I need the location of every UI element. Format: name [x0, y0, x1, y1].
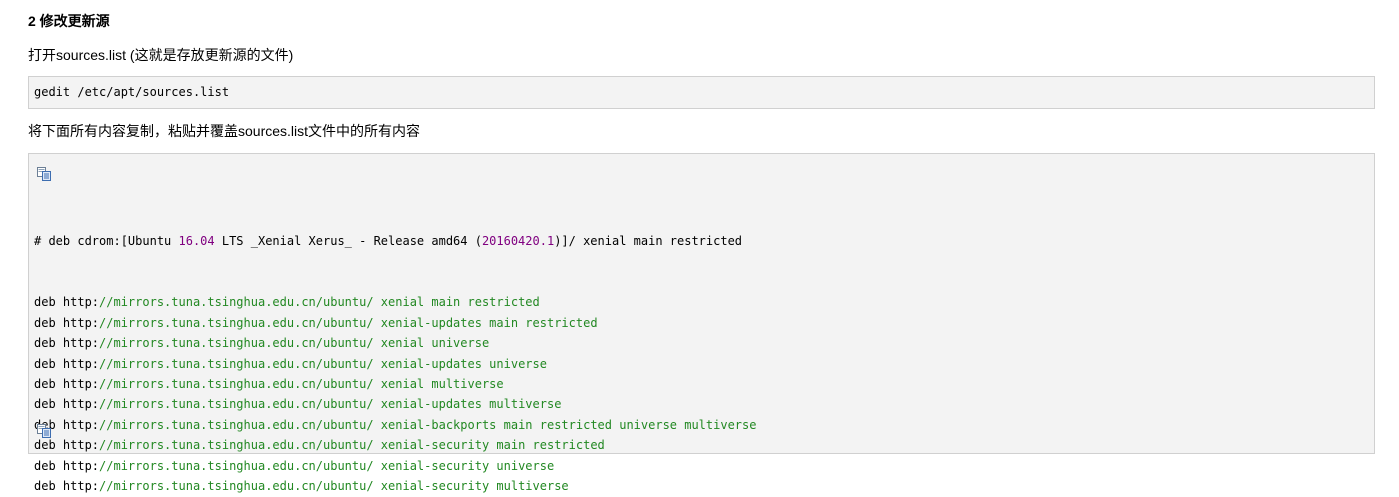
mirror-url: //mirrors.tuna.tsinghua.edu.cn/ubuntu/	[99, 315, 374, 330]
code-line-source: deb http://mirrors.tuna.tsinghua.edu.cn/…	[34, 333, 756, 353]
line-prefix: deb http:	[34, 356, 100, 371]
copy-icon[interactable]	[36, 424, 52, 438]
code-line-source: deb http://mirrors.tuna.tsinghua.edu.cn/…	[34, 476, 756, 496]
line-prefix: deb http:	[34, 458, 100, 473]
code-line-source: deb http://mirrors.tuna.tsinghua.edu.cn/…	[34, 292, 756, 312]
mirror-url: //mirrors.tuna.tsinghua.edu.cn/ubuntu/	[99, 438, 374, 453]
mirror-url: //mirrors.tuna.tsinghua.edu.cn/ubuntu/	[99, 295, 374, 310]
repo-components: xenial-security multiverse	[373, 479, 569, 494]
code-line-source: deb http://mirrors.tuna.tsinghua.edu.cn/…	[34, 415, 756, 435]
version-number: 16.04	[178, 233, 215, 248]
comment-part3: )]/ xenial main restricted	[554, 233, 743, 248]
line-prefix: deb http:	[34, 438, 100, 453]
mirror-url: //mirrors.tuna.tsinghua.edu.cn/ubuntu/	[99, 356, 374, 371]
code-line-comment: # deb cdrom:[Ubuntu 16.04 LTS _Xenial Xe…	[34, 231, 756, 251]
code-line-source: deb http://mirrors.tuna.tsinghua.edu.cn/…	[34, 354, 756, 374]
repo-components: xenial-security universe	[373, 458, 555, 473]
release-date-number: 20160420.1	[481, 233, 555, 248]
code-line-source: deb http://mirrors.tuna.tsinghua.edu.cn/…	[34, 456, 756, 476]
repo-components: xenial main restricted	[373, 295, 540, 310]
repo-components: xenial-updates universe	[373, 356, 547, 371]
line-prefix: deb http:	[34, 397, 100, 412]
mirror-url: //mirrors.tuna.tsinghua.edu.cn/ubuntu/	[99, 479, 374, 494]
mirror-url: //mirrors.tuna.tsinghua.edu.cn/ubuntu/	[99, 417, 374, 432]
code-line-source: deb http://mirrors.tuna.tsinghua.edu.cn/…	[34, 313, 756, 333]
intro-text: 打开sources.list (这就是存放更新源的文件)	[28, 47, 294, 63]
code-line-source: deb http://mirrors.tuna.tsinghua.edu.cn/…	[34, 374, 756, 394]
section-heading: 2 修改更新源	[28, 13, 110, 29]
sources-code-block: # deb cdrom:[Ubuntu 16.04 LTS _Xenial Xe…	[28, 153, 1375, 493]
repo-components: xenial universe	[373, 336, 490, 351]
repo-components: xenial-security main restricted	[373, 438, 605, 453]
code-line-source: deb http://mirrors.tuna.tsinghua.edu.cn/…	[34, 394, 756, 414]
mirror-url: //mirrors.tuna.tsinghua.edu.cn/ubuntu/	[99, 336, 374, 351]
mirror-url: //mirrors.tuna.tsinghua.edu.cn/ubuntu/	[99, 397, 374, 412]
sources-list-content: # deb cdrom:[Ubuntu 16.04 LTS _Xenial Xe…	[34, 190, 756, 497]
comment-part1: # deb cdrom:[Ubuntu	[34, 233, 179, 248]
mirror-url: //mirrors.tuna.tsinghua.edu.cn/ubuntu/	[99, 458, 374, 473]
line-prefix: deb http:	[34, 336, 100, 351]
line-prefix: deb http:	[34, 479, 100, 494]
instruction-text: 将下面所有内容复制，粘贴并覆盖sources.list文件中的所有内容	[28, 123, 421, 139]
repo-components: xenial-backports main restricted univers…	[373, 417, 757, 432]
repo-components: xenial-updates main restricted	[373, 315, 598, 330]
code-line-source: deb http://mirrors.tuna.tsinghua.edu.cn/…	[34, 435, 756, 455]
comment-part2: LTS _Xenial Xerus_ - Release amd64 (	[214, 233, 482, 248]
mirror-url: //mirrors.tuna.tsinghua.edu.cn/ubuntu/	[99, 377, 374, 391]
repo-components: xenial-updates multiverse	[373, 397, 562, 412]
repo-components: xenial multiverse	[373, 377, 504, 391]
line-prefix: deb http:	[34, 295, 100, 310]
line-prefix: deb http:	[34, 315, 100, 330]
command-code-block: gedit /etc/apt/sources.list	[28, 76, 1375, 109]
line-prefix: deb http:	[34, 377, 100, 391]
command-text: gedit /etc/apt/sources.list	[34, 85, 230, 99]
copy-icon[interactable]	[36, 167, 52, 181]
